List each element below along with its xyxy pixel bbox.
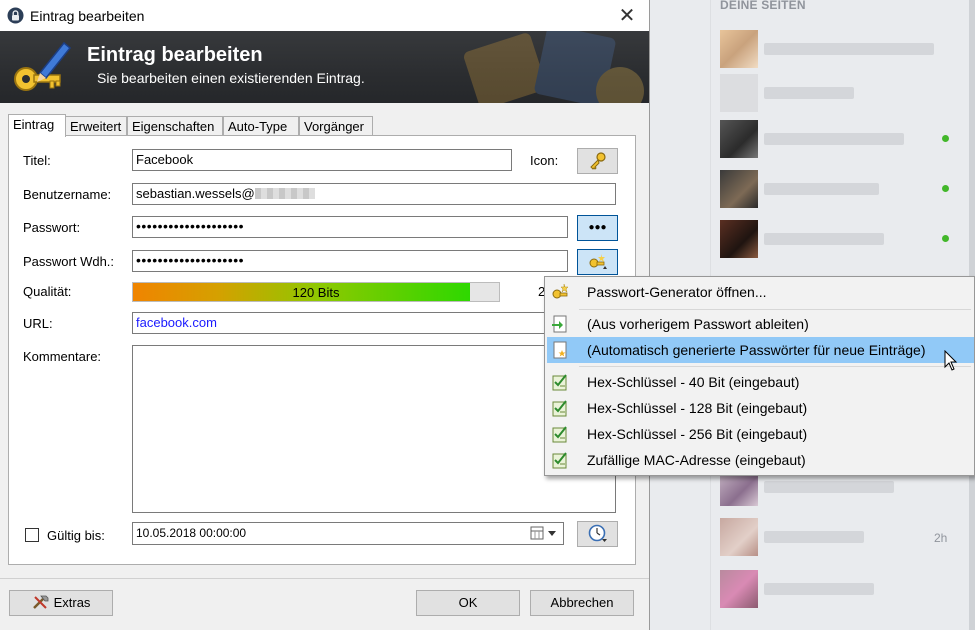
tab-auto-type[interactable]: Auto-Type — [223, 116, 299, 136]
redacted-block — [254, 188, 315, 199]
background-contact — [720, 570, 960, 608]
lock-icon — [7, 7, 24, 24]
icon-picker-button[interactable] — [577, 148, 618, 174]
password-label: Passwort: — [23, 220, 81, 235]
username-label: Benutzername: — [23, 187, 112, 202]
cancel-button[interactable]: Abbrechen — [530, 590, 634, 616]
tools-icon — [32, 595, 48, 609]
background-heading: DEINE SEITEN — [720, 0, 806, 12]
menu-item-label: Passwort-Generator öffnen... — [587, 284, 767, 300]
calendar-dropdown-icon[interactable] — [530, 526, 560, 540]
key-pencil-icon — [14, 41, 72, 91]
expires-label: Gültig bis: — [47, 528, 105, 543]
menu-item-label: Zufällige MAC-Adresse (eingebaut) — [587, 452, 806, 468]
banner-title: Eintrag bearbeiten — [87, 44, 263, 66]
quality-bits-text: 120 Bits — [292, 285, 340, 300]
banner-subtitle: Sie bearbeiten einen existierenden Eintr… — [97, 70, 365, 86]
menu-item-auto-generate[interactable]: (Automatisch generierte Passwörter für n… — [547, 337, 974, 363]
menu-separator — [579, 366, 971, 367]
notes-label: Kommentare: — [23, 349, 102, 364]
background-contact — [720, 30, 960, 68]
password-field[interactable]: •••••••••••••••••••• — [132, 216, 568, 238]
password-repeat-label: Passwort Wdh.: — [23, 254, 115, 269]
menu-item-label: (Aus vorherigem Passwort ableiten) — [587, 316, 809, 332]
show-password-toggle[interactable]: ●●● — [577, 215, 618, 241]
blurred-avatar — [720, 518, 758, 556]
blurred-avatar — [720, 74, 758, 112]
tab-erweitert[interactable]: Erweitert — [65, 116, 127, 136]
online-indicator — [942, 235, 949, 242]
blurred-avatar — [720, 570, 758, 608]
password-repeat-field[interactable]: •••••••••••••••••••• — [132, 250, 568, 272]
online-indicator — [942, 135, 949, 142]
contact-time: 2h — [934, 531, 948, 545]
title-label: Titel: — [23, 153, 51, 168]
expires-checkbox[interactable] — [25, 528, 39, 542]
url-label: URL: — [23, 316, 53, 331]
quality-label: Qualität: — [23, 284, 72, 299]
title-bar: Eintrag bearbeiten ✕ — [0, 0, 649, 31]
tab-vorgaenger[interactable]: Vorgänger — [299, 116, 373, 136]
blurred-avatar — [720, 170, 758, 208]
menu-item-label: Hex-Schlüssel - 40 Bit (eingebaut) — [587, 374, 800, 390]
footer-separator — [0, 578, 649, 579]
menu-item-label: Hex-Schlüssel - 128 Bit (eingebaut) — [587, 400, 808, 416]
key-wand-icon — [552, 283, 569, 299]
menu-item-hex-40[interactable]: Hex-Schlüssel - 40 Bit (eingebaut) — [547, 369, 974, 395]
title-field[interactable]: Facebook — [132, 149, 512, 171]
blurred-avatar — [720, 220, 758, 258]
tab-eigenschaften[interactable]: Eigenschaften — [127, 116, 223, 136]
ok-button[interactable]: OK — [416, 590, 520, 616]
url-field[interactable]: facebook.com — [132, 312, 568, 334]
close-button[interactable]: ✕ — [612, 3, 642, 29]
background-contact — [720, 120, 960, 158]
username-value: sebastian.wessels@ — [136, 186, 255, 201]
icon-label: Icon: — [530, 153, 559, 168]
menu-item-derive-password[interactable]: (Aus vorherigem Passwort ableiten) — [547, 311, 974, 337]
window-title: Eintrag bearbeiten — [30, 8, 145, 24]
key-wand-icon — [589, 254, 607, 269]
background-contact — [720, 74, 960, 112]
blurred-avatar — [720, 30, 758, 68]
menu-item-open-generator[interactable]: Passwort-Generator öffnen... — [547, 279, 974, 305]
extras-label: Extras — [53, 595, 91, 610]
checklist-icon — [552, 400, 567, 417]
key-icon — [589, 152, 606, 170]
blurred-avatar — [720, 120, 758, 158]
background-contact: 2h — [720, 518, 960, 556]
mouse-cursor-icon — [944, 350, 958, 371]
expires-datetime-field[interactable]: 10.05.2018 00:00:00 — [132, 522, 564, 545]
menu-item-random-mac[interactable]: Zufällige MAC-Adresse (eingebaut) — [547, 447, 974, 473]
banner-decoration-icon — [464, 31, 644, 103]
auto-generate-icon — [553, 341, 567, 359]
clock-icon — [588, 524, 607, 542]
expires-value: 10.05.2018 00:00:00 — [136, 526, 247, 540]
tab-eintrag[interactable]: Eintrag — [8, 114, 66, 137]
checklist-icon — [552, 452, 567, 469]
checklist-icon — [552, 426, 567, 443]
background-contact — [720, 170, 960, 208]
username-field[interactable]: sebastian.wessels@ — [132, 183, 616, 205]
extras-button[interactable]: Extras — [9, 590, 113, 616]
menu-item-hex-256[interactable]: Hex-Schlüssel - 256 Bit (eingebaut) — [547, 421, 974, 447]
derive-icon — [552, 315, 567, 333]
menu-separator — [579, 309, 971, 310]
header-banner: Eintrag bearbeiten Sie bearbeiten einen … — [0, 31, 649, 103]
menu-item-label: Hex-Schlüssel - 256 Bit (eingebaut) — [587, 426, 808, 442]
password-generator-menu: Passwort-Generator öffnen... (Aus vorher… — [544, 276, 975, 476]
expiry-presets-button[interactable] — [577, 521, 618, 547]
checklist-icon — [552, 374, 567, 391]
background-contact — [720, 220, 960, 258]
menu-item-label: (Automatisch generierte Passwörter für n… — [587, 342, 926, 358]
online-indicator — [942, 185, 949, 192]
quality-bar: 120 Bits — [132, 282, 500, 302]
password-generator-button[interactable] — [577, 249, 618, 275]
menu-item-hex-128[interactable]: Hex-Schlüssel - 128 Bit (eingebaut) — [547, 395, 974, 421]
